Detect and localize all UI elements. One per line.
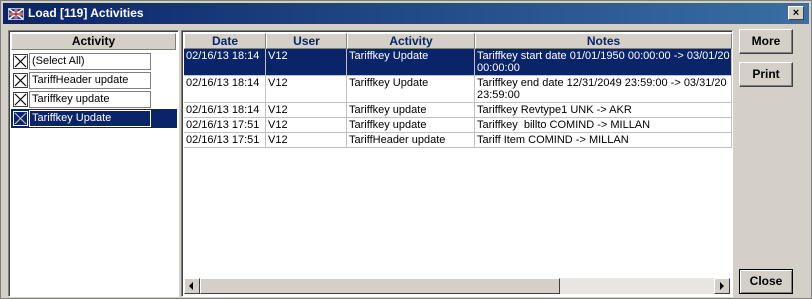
checkbox[interactable]: [13, 54, 28, 69]
activity-filter-items: (Select All) TariffHeader update Tariffkey…: [11, 52, 177, 128]
checkmark-x-icon: [14, 93, 27, 106]
cell-user: V12: [266, 133, 347, 148]
checkmark-x-icon: [14, 55, 27, 68]
activity-filter-header: Activity: [11, 33, 176, 50]
checkbox[interactable]: [13, 111, 28, 126]
cell-notes: Tariff Item COMIND -> MILLAN: [475, 133, 732, 148]
activity-filter-list: Activity (Select All) TariffHeader update…: [8, 30, 179, 297]
table-row[interactable]: 02/16/13 18:14 V12 Tariffkey Update Tariffk…: [184, 76, 732, 103]
grid-header: Date User Activity Notes: [184, 33, 732, 49]
print-button[interactable]: Print: [739, 62, 793, 87]
activity-filter-label: (Select All): [29, 53, 151, 70]
checkbox[interactable]: [13, 92, 28, 107]
column-header-activity[interactable]: Activity: [347, 33, 475, 49]
checkmark-x-icon: [14, 74, 27, 87]
cell-activity: TariffHeader update: [347, 133, 475, 148]
cell-notes: Tariffkey Revtype1 UNK -> AKR: [475, 103, 732, 118]
cell-activity: Tariffkey update: [347, 103, 475, 118]
cell-activity: Tariffkey update: [347, 118, 475, 133]
cell-notes: Tariffkey billto COMIND -> MILLAN: [475, 118, 732, 133]
scroll-left-button[interactable]: [184, 278, 200, 294]
cell-date: 02/16/13 18:14: [184, 49, 266, 76]
activity-filter-label: Tariffkey Update: [29, 110, 151, 127]
column-header-date[interactable]: Date: [184, 33, 266, 49]
cell-date: 02/16/13 17:51: [184, 118, 266, 133]
cell-user: V12: [266, 118, 347, 133]
cell-user: V12: [266, 103, 347, 118]
cell-date: 02/16/13 18:14: [184, 76, 266, 103]
column-header-notes[interactable]: Notes: [475, 33, 732, 49]
cell-activity: Tariffkey Update: [347, 49, 475, 76]
scroll-right-button[interactable]: [714, 278, 730, 294]
activity-filter-item[interactable]: TariffHeader update: [11, 71, 177, 90]
window-title: Load [119] Activities: [28, 6, 144, 20]
activity-filter-label: Tariffkey update: [29, 91, 151, 108]
arrow-right-icon: [720, 282, 724, 290]
app-icon: [8, 7, 24, 20]
activity-filter-label: TariffHeader update: [29, 72, 151, 89]
table-row[interactable]: 02/16/13 17:51 V12 TariffHeader update Tari…: [184, 133, 732, 148]
title-bar[interactable]: Load [119] Activities ×: [3, 3, 809, 24]
activity-filter-item[interactable]: (Select All): [11, 52, 177, 71]
scroll-thumb[interactable]: [200, 278, 560, 294]
cell-user: V12: [266, 76, 347, 103]
more-button[interactable]: More: [739, 29, 793, 54]
checkmark-x-icon: [14, 112, 27, 125]
activity-filter-item[interactable]: Tariffkey Update: [11, 109, 177, 128]
window-close-button[interactable]: ×: [788, 6, 804, 20]
checkbox[interactable]: [13, 73, 28, 88]
activity-filter-item[interactable]: Tariffkey update: [11, 90, 177, 109]
table-row[interactable]: 02/16/13 18:14 V12 Tariffkey Update Tariffk…: [184, 49, 732, 76]
close-button[interactable]: Close: [739, 269, 793, 294]
cell-notes: Tariffkey start date 01/01/1950 00:00:00…: [475, 49, 732, 76]
column-header-user[interactable]: User: [266, 33, 347, 49]
activities-window: Load [119] Activities × Activity (Select…: [0, 0, 812, 299]
arrow-left-icon: [189, 282, 193, 290]
cell-date: 02/16/13 17:51: [184, 133, 266, 148]
activities-grid: Date User Activity Notes 02/16/13 18:14 V12 T…: [181, 30, 733, 297]
cell-notes: Tariffkey end date 12/31/2049 23:59:00 -…: [475, 76, 732, 103]
grid-body: 02/16/13 18:14 V12 Tariffkey Update Tariffk…: [184, 49, 732, 148]
table-row[interactable]: 02/16/13 18:14 V12 Tariffkey update Tariffk…: [184, 103, 732, 118]
cell-user: V12: [266, 49, 347, 76]
cell-activity: Tariffkey Update: [347, 76, 475, 103]
horizontal-scrollbar[interactable]: [184, 278, 730, 294]
table-row[interactable]: 02/16/13 17:51 V12 Tariffkey update Tariffk…: [184, 118, 732, 133]
cell-date: 02/16/13 18:14: [184, 103, 266, 118]
